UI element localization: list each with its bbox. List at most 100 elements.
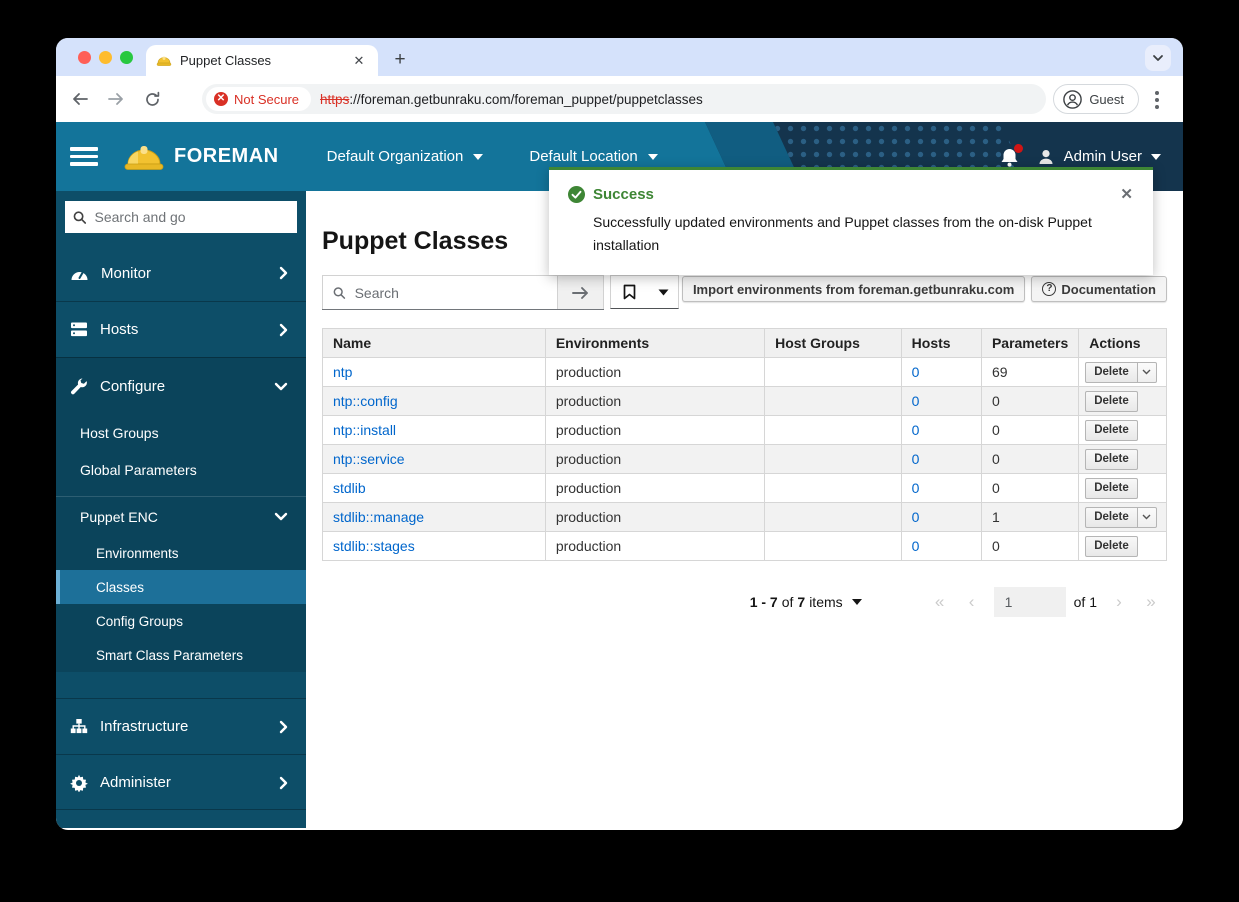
delete-button[interactable]: Delete [1085, 506, 1138, 528]
hosts-count-link[interactable]: 0 [912, 451, 920, 467]
user-menu[interactable]: Admin User [1037, 148, 1161, 166]
host-groups-cell [764, 444, 902, 474]
sidebar-item-hosts[interactable]: Hosts [56, 301, 306, 357]
parameters-cell: 0 [980, 386, 1080, 416]
sidebar-item-global-parameters[interactable]: Global Parameters [56, 451, 306, 488]
delete-button[interactable]: Delete [1085, 419, 1138, 441]
configure-wrench-icon [71, 378, 87, 395]
column-header-environments[interactable]: Environments [544, 328, 766, 358]
last-page-button[interactable]: » [1135, 592, 1167, 612]
search-icon [333, 286, 346, 299]
address-bar[interactable]: ✕ Not Secure https://foreman.getbunraku.… [202, 84, 1046, 114]
next-page-button[interactable]: › [1103, 592, 1135, 612]
tab-title: Puppet Classes [180, 53, 272, 68]
hosts-count-link[interactable]: 0 [912, 480, 920, 496]
sidebar-item-config-groups[interactable]: Config Groups [56, 604, 306, 638]
sidebar-item-configure[interactable]: Configure [56, 358, 306, 414]
sidebar-item-environments[interactable]: Environments [56, 536, 306, 570]
hardhat-logo-icon [124, 145, 164, 170]
location-menu[interactable]: Default Location [529, 148, 658, 165]
new-tab-button[interactable]: + [388, 48, 412, 72]
browser-menu-button[interactable] [1147, 88, 1167, 112]
reload-button[interactable] [138, 85, 166, 113]
caret-down-icon [658, 289, 668, 295]
chevron-right-icon [279, 776, 288, 789]
sidebar-item-label: Hosts [100, 321, 139, 338]
sidebar-item-smart-class-parameters[interactable]: Smart Class Parameters [56, 638, 306, 672]
hosts-count-link[interactable]: 0 [912, 422, 920, 438]
sidebar-item-puppet-enc[interactable]: Puppet ENC [56, 496, 306, 536]
close-window-button[interactable] [78, 51, 91, 64]
class-link[interactable]: ntp [333, 364, 352, 380]
chevron-down-icon [274, 382, 288, 390]
delete-button[interactable]: Delete [1085, 361, 1138, 383]
sidebar-bottom-divider [56, 809, 306, 810]
chevron-down-icon [274, 512, 288, 521]
class-link[interactable]: ntp::service [333, 451, 405, 467]
table-header-row: Name Environments Host Groups Hosts Para… [322, 328, 1167, 358]
vertical-nav-search[interactable] [65, 201, 297, 233]
sidebar-item-classes[interactable]: Classes [56, 570, 306, 604]
nav-toggle-button[interactable] [70, 147, 98, 166]
bookmark-button[interactable] [611, 276, 648, 308]
first-page-button[interactable]: « [924, 592, 956, 612]
search-input[interactable] [354, 284, 547, 301]
environments-cell: production [544, 444, 766, 474]
delete-button[interactable]: Delete [1085, 448, 1138, 470]
back-button[interactable] [66, 85, 94, 113]
foreman-logo[interactable]: FOREMAN [122, 140, 279, 174]
hosts-count-link[interactable]: 0 [912, 364, 920, 380]
notifications-button[interactable] [1000, 143, 1023, 167]
maximize-window-button[interactable] [120, 51, 133, 64]
import-environments-button[interactable]: Import environments from foreman.getbunr… [681, 276, 1026, 302]
delete-caret-button[interactable] [1137, 361, 1157, 383]
delete-button[interactable]: Delete [1085, 477, 1138, 499]
sidebar-item-infrastructure[interactable]: Infrastructure [56, 698, 306, 754]
organization-menu[interactable]: Default Organization [327, 148, 484, 165]
guest-avatar-icon [1063, 89, 1083, 109]
tab-search-button[interactable] [1145, 45, 1171, 71]
sidebar-item-monitor[interactable]: Monitor [56, 245, 306, 301]
hosts-count-link[interactable]: 0 [912, 538, 920, 554]
class-link[interactable]: stdlib::manage [333, 509, 424, 525]
table-row: ntp::config production 0 0 Delete [322, 386, 1167, 416]
sidebar-item-host-groups[interactable]: Host Groups [56, 414, 306, 451]
class-link[interactable]: ntp::config [333, 393, 398, 409]
browser-tab[interactable]: Puppet Classes ✕ [146, 45, 378, 76]
previous-page-button[interactable]: ‹ [956, 592, 988, 612]
bookmark-caret-button[interactable] [648, 276, 678, 308]
current-page-input[interactable] [993, 587, 1066, 617]
toast-close-icon[interactable]: ✕ [1120, 185, 1133, 203]
sidebar-item-label: Puppet ENC [80, 508, 158, 525]
table-row: stdlib::manage production 0 1 Delete [322, 502, 1167, 532]
user-icon [1039, 149, 1053, 164]
sidebar-item-label: Configure [100, 377, 166, 395]
forward-button[interactable] [102, 85, 130, 113]
environments-cell: production [544, 415, 766, 445]
sidebar-item-administer[interactable]: Administer [56, 754, 306, 810]
delete-button[interactable]: Delete [1085, 535, 1138, 557]
search-and-go-input[interactable] [94, 209, 289, 225]
class-link[interactable]: ntp::install [333, 422, 396, 438]
hosts-count-link[interactable]: 0 [912, 393, 920, 409]
hosts-count-link[interactable]: 0 [912, 509, 920, 525]
tab-close-icon[interactable]: ✕ [350, 52, 368, 70]
host-groups-cell [764, 415, 902, 445]
delete-button[interactable]: Delete [1085, 390, 1138, 412]
delete-caret-button[interactable] [1137, 506, 1157, 528]
url-rest: ://foreman.getbunraku.com/foreman_puppet… [349, 91, 703, 107]
class-link[interactable]: stdlib::stages [333, 538, 415, 554]
security-chip[interactable]: ✕ Not Secure [206, 87, 312, 111]
search-submit-button[interactable] [558, 275, 604, 309]
infrastructure-sitemap-icon [70, 719, 88, 734]
chevron-right-icon [279, 266, 288, 280]
host-groups-cell [764, 531, 902, 561]
minimize-window-button[interactable] [99, 51, 112, 64]
column-header-name[interactable]: Name [322, 328, 546, 358]
class-link[interactable]: stdlib [333, 480, 366, 496]
pagination-summary-menu[interactable]: 1 - 7 of 7 items [750, 594, 862, 610]
profile-button[interactable]: Guest [1053, 84, 1139, 114]
table-row: ntp::service production 0 0 Delete [322, 444, 1167, 474]
column-header-parameters: Parameters [980, 328, 1080, 358]
documentation-button[interactable]: ? Documentation [1031, 276, 1167, 302]
